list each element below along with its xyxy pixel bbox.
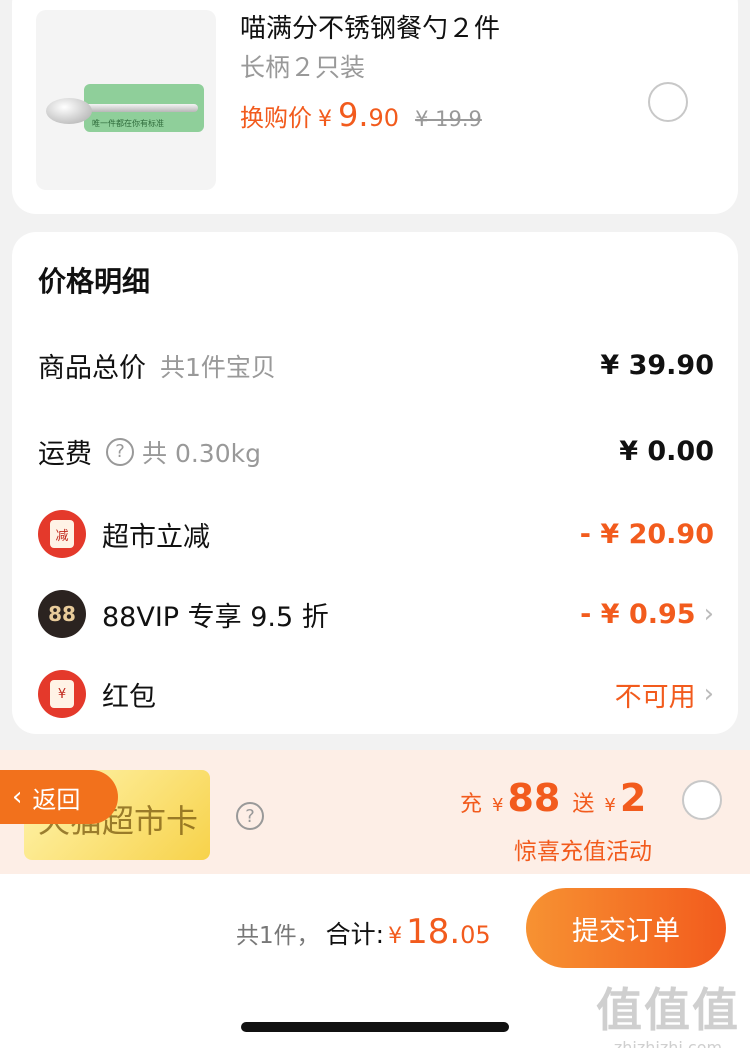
- goods-total-label: 商品总价: [38, 353, 146, 384]
- help-icon[interactable]: ?: [106, 437, 134, 466]
- recharge-select-radio[interactable]: [682, 780, 722, 820]
- discount-badge-icon: 减: [38, 510, 86, 558]
- total-currency: ¥: [388, 924, 403, 949]
- red-packet-glyph: ¥: [50, 680, 74, 708]
- red-packet-icon: ¥: [38, 670, 86, 718]
- site-watermark: 值值值 zhizhizhi.com: [596, 974, 740, 1048]
- product-price: 换购价 ¥ 9. 90 ¥ 19.9: [240, 96, 482, 134]
- recharge-caption: 惊喜充值活动: [514, 839, 652, 865]
- package-print-text: 唯一件都在你有标准: [92, 119, 164, 128]
- product-title[interactable]: 喵满分不锈钢餐勺２件: [240, 8, 500, 45]
- market-discount-value: - ¥ 20.90: [579, 518, 714, 550]
- shipping-value: ¥ 0.00: [619, 436, 714, 467]
- product-thumbnail[interactable]: 唯一件都在你有标准: [36, 10, 216, 190]
- market-discount-label: 超市立减: [102, 521, 210, 553]
- vip-discount-row[interactable]: 88 88VIP 专享 9.5 折 - ¥ 0.95 ›: [38, 590, 714, 638]
- shipping-label: 运费: [38, 439, 92, 470]
- watermark-url: zhizhizhi.com: [613, 1038, 723, 1048]
- shipping-row: 运费 ? 共 0.30kg ¥ 0.00: [38, 432, 714, 471]
- recharge-amount: 88: [507, 776, 561, 820]
- help-icon[interactable]: ?: [236, 802, 264, 830]
- item-count: 共1件，: [236, 923, 320, 949]
- submit-order-button[interactable]: 提交订单: [526, 888, 726, 968]
- market-discount-row: 减 超市立减 - ¥ 20.90: [38, 510, 714, 558]
- spoon-bowl-image: [46, 98, 92, 124]
- watermark-logo: 值值值: [596, 983, 740, 1037]
- red-packet-label: 红包: [102, 681, 156, 713]
- price-decimal: 90: [368, 104, 400, 132]
- home-indicator[interactable]: [241, 1022, 509, 1032]
- spoon-handle-image: [76, 104, 198, 112]
- recharge-label: 充: [460, 792, 483, 817]
- total-label: 合计:: [325, 920, 385, 949]
- chevron-left-icon: ‹: [12, 782, 23, 812]
- back-label: 返回: [32, 785, 81, 814]
- gift-amount: 2: [619, 776, 647, 820]
- red-packet-row[interactable]: ¥ 红包 不可用 ›: [38, 670, 714, 718]
- goods-total-row: 商品总价 共1件宝贝 ¥ 39.90: [38, 346, 714, 385]
- back-button[interactable]: ‹ 返回: [0, 770, 118, 824]
- gift-currency: ¥: [604, 795, 616, 816]
- product-card: 唯一件都在你有标准 喵满分不锈钢餐勺２件 长柄２只装 换购价 ¥ 9. 90 ¥…: [12, 0, 738, 214]
- chevron-right-icon[interactable]: ›: [704, 679, 714, 709]
- recharge-currency: ¥: [492, 795, 504, 816]
- price-integer: 9.: [338, 96, 369, 134]
- price-label: 换购价: [240, 104, 312, 132]
- price-currency: ¥: [318, 107, 332, 132]
- checkout-bar: 共1件， 合计: ¥ 18. 05 提交订单 值值值 zhizhizhi.com: [0, 874, 750, 1048]
- product-select-radio[interactable]: [648, 82, 688, 122]
- vip-discount-value: - ¥ 0.95: [580, 598, 696, 630]
- gift-label: 送: [572, 792, 595, 817]
- total-integer: 18.: [406, 912, 461, 952]
- product-subtitle: 长柄２只装: [240, 53, 366, 82]
- red-packet-status: 不可用: [614, 681, 696, 713]
- vip-badge-icon: 88: [38, 590, 86, 638]
- recharge-offer: 充 ¥ 88 送 ¥ 2: [460, 776, 658, 820]
- shipping-weight: 共 0.30kg: [142, 438, 261, 468]
- discount-badge-glyph: 减: [50, 520, 74, 548]
- price-detail-card: 价格明细 商品总价 共1件宝贝 ¥ 39.90 运费 ? 共 0.30kg ¥ …: [12, 232, 738, 734]
- goods-total-note: 共1件宝贝: [160, 352, 276, 382]
- goods-total-value: ¥ 39.90: [600, 350, 714, 381]
- original-price: ¥ 19.9: [415, 107, 482, 131]
- order-total: 共1件， 合计: ¥ 18. 05: [236, 912, 491, 952]
- price-detail-title: 价格明细: [38, 265, 151, 298]
- vip-discount-label: 88VIP 专享 9.5 折: [102, 601, 329, 633]
- chevron-right-icon[interactable]: ›: [704, 599, 714, 629]
- total-decimal: 05: [460, 921, 491, 949]
